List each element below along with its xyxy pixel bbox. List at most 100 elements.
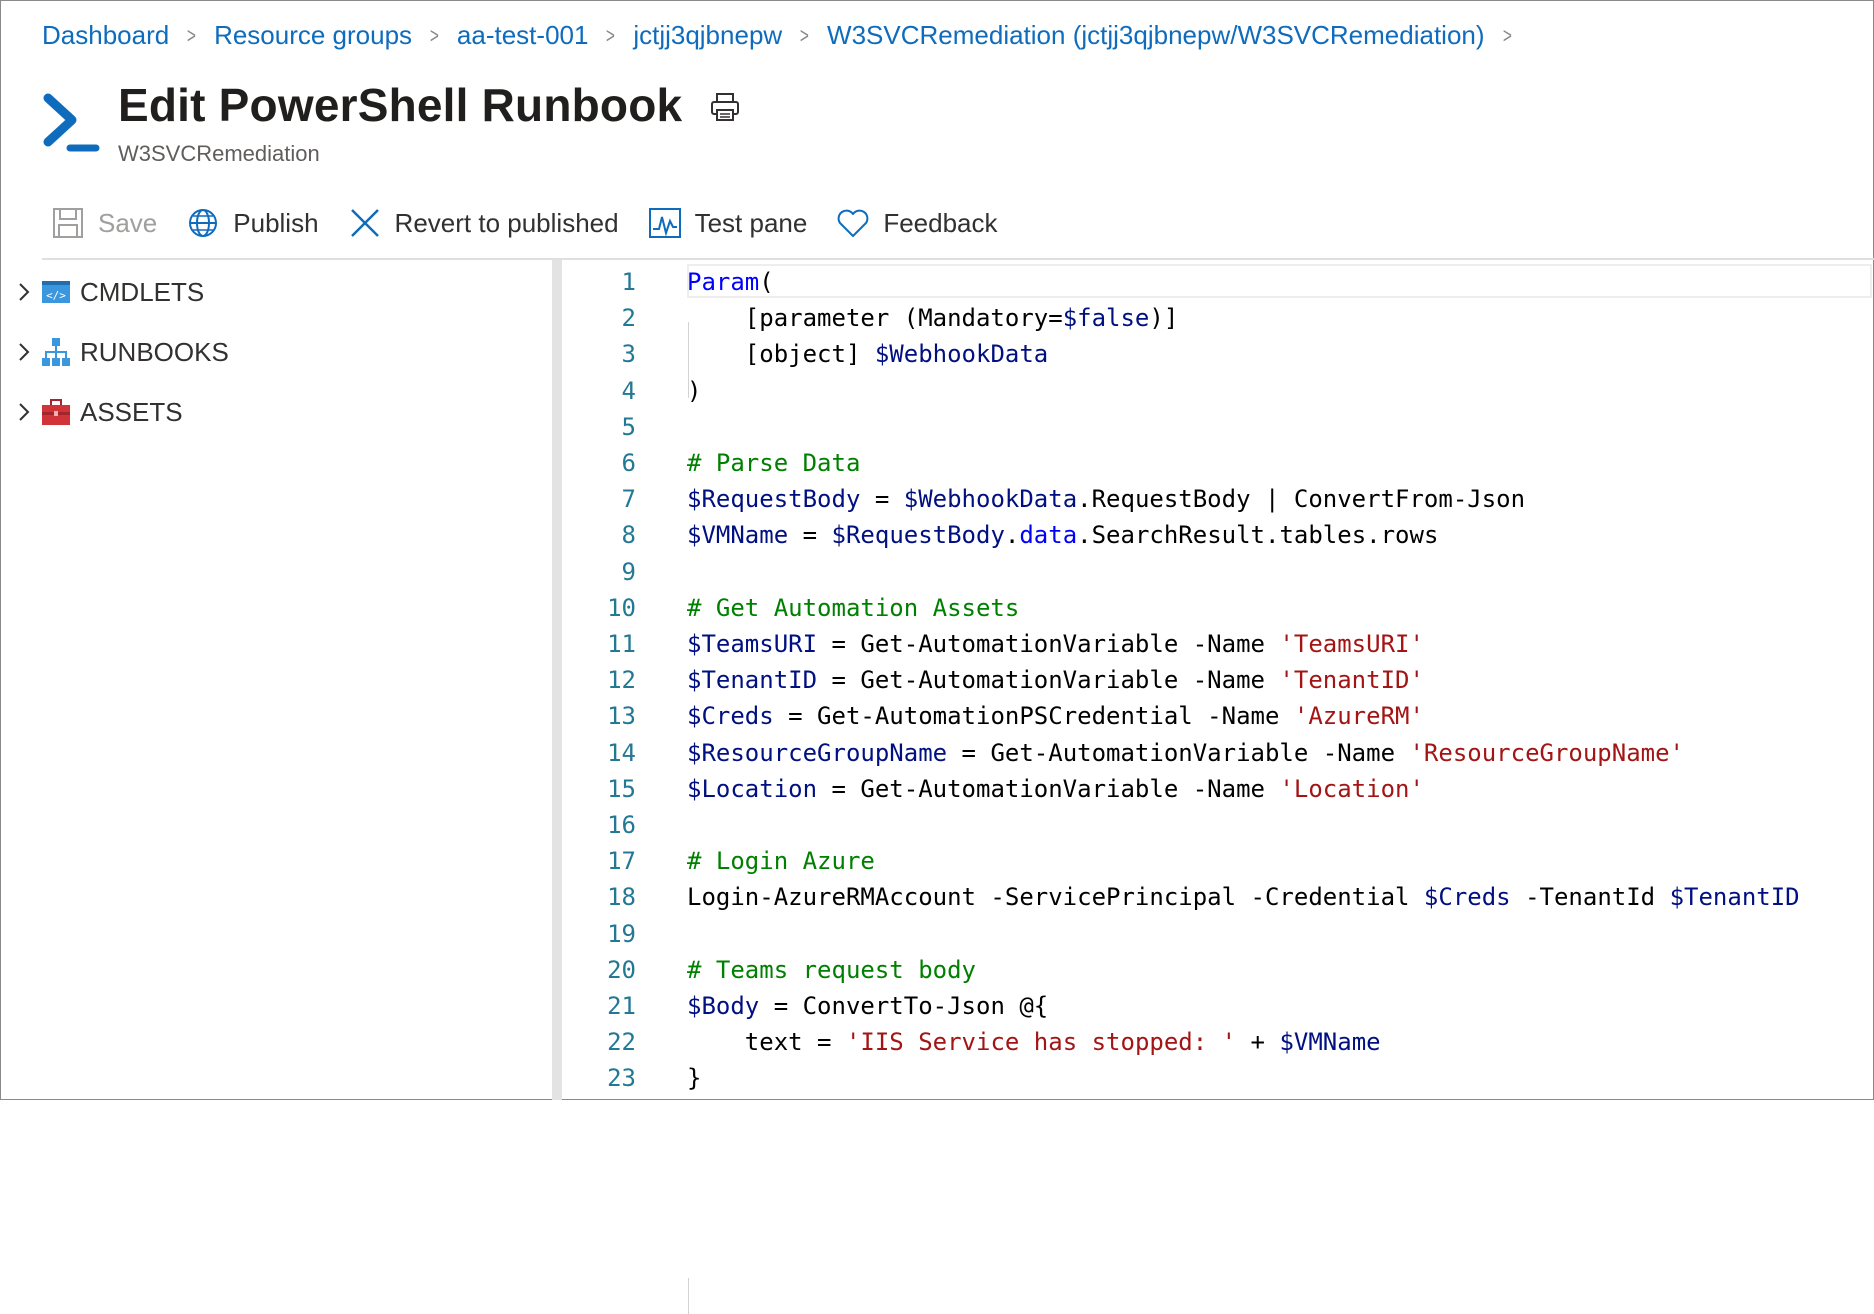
- test-pane-button[interactable]: Test pane: [647, 205, 807, 241]
- code-line: 6 # Parse Data: [562, 445, 1872, 481]
- tree-label: CMDLETS: [80, 276, 205, 307]
- code-token: ): [687, 376, 702, 405]
- code-token: $ResourceGroupName: [687, 738, 948, 767]
- breadcrumb-runbook[interactable]: W3SVCRemediation (jctjj3qjbnepw/W3SVCRem…: [827, 20, 1485, 51]
- toolbar: Save Publish Revert to published Test pa…: [50, 200, 1026, 246]
- chevron-right-icon: [19, 283, 30, 301]
- code-text: $Creds = Get-AutomationPSCredential -Nam…: [687, 702, 1424, 730]
- breadcrumb: Dashboard > Resource groups > aa-test-00…: [42, 20, 1529, 51]
- code-token: # Login Azure: [687, 847, 875, 876]
- code-token: $TenantID: [1669, 883, 1800, 912]
- code-token: $TenantID: [687, 666, 818, 695]
- code-line: 8 $VMName = $RequestBody.data.SearchResul…: [562, 517, 1872, 553]
- line-number: 18: [607, 883, 636, 912]
- code-line: 9: [562, 554, 1872, 590]
- save-label: Save: [98, 207, 158, 238]
- code-token: # Parse Data: [687, 449, 861, 477]
- code-editor[interactable]: 1 Param(2 [parameter (Mandatory=$false)] 3…: [562, 260, 1872, 1314]
- code-token: $Body: [687, 992, 760, 1020]
- tree-item-assets[interactable]: ASSETS: [0, 382, 552, 442]
- globe-icon: [189, 209, 218, 237]
- code-text: $Body = ConvertTo-Json @{: [687, 992, 1048, 1020]
- tree-item-cmdlets[interactable]: </> CMDLETS: [0, 262, 552, 322]
- code-token: = Get-AutomationVariable -Name: [947, 738, 1410, 767]
- breadcrumb-resource-groups[interactable]: Resource groups: [214, 20, 412, 51]
- code-token: +: [1236, 1028, 1280, 1057]
- code-line: 13 $Creds = Get-AutomationPSCredential -N…: [562, 698, 1872, 734]
- feedback-button[interactable]: Feedback: [835, 205, 998, 241]
- code-token: Param: [687, 268, 760, 296]
- code-token: [object]: [687, 340, 875, 369]
- code-text: Login-AzureRMAccount -ServicePrincipal -…: [687, 883, 1800, 911]
- code-text: text = 'IIS Service has stopped: ' + $VM…: [687, 1028, 1381, 1056]
- test-pane-icon: [648, 208, 681, 238]
- code-line: 21 $Body = ConvertTo-Json @{: [562, 988, 1872, 1024]
- pane-splitter[interactable]: [552, 260, 562, 1100]
- library-tree: </> CMDLETS RUNBOOKS ASSETS: [0, 262, 552, 442]
- close-icon: [350, 209, 379, 237]
- line-number: 3: [621, 340, 636, 369]
- breadcrumb-separator: >: [429, 22, 439, 48]
- line-number: 9: [621, 557, 636, 586]
- print-icon[interactable]: [708, 90, 742, 124]
- code-token: $TeamsURI: [687, 630, 818, 658]
- powershell-icon: [43, 93, 100, 152]
- code-text: Param(: [687, 268, 774, 296]
- feedback-label: Feedback: [883, 207, 998, 238]
- breadcrumb-separator: >: [187, 22, 197, 48]
- publish-button[interactable]: Publish: [185, 205, 319, 241]
- code-token: $false: [1062, 304, 1150, 333]
- code-line: 5: [562, 409, 1872, 445]
- tree-label: ASSETS: [80, 396, 183, 427]
- code-line: 17 # Login Azure: [562, 843, 1872, 879]
- code-token: }: [687, 1064, 702, 1093]
- tree-item-runbooks[interactable]: RUNBOOKS: [0, 322, 552, 382]
- code-line: 7 $RequestBody = $WebhookData.RequestBody…: [562, 481, 1872, 517]
- line-number: 17: [607, 847, 636, 876]
- line-number: 5: [621, 412, 636, 441]
- save-button[interactable]: Save: [50, 205, 157, 241]
- code-line: 12 $TenantID = Get-AutomationVariable -Na…: [562, 662, 1872, 698]
- code-line: 11 $TeamsURI = Get-AutomationVariable -Na…: [562, 626, 1872, 662]
- page-title: Edit PowerShell Runbook: [118, 79, 683, 131]
- line-number: 10: [607, 593, 636, 622]
- line-number: 19: [607, 919, 636, 948]
- code-token: text =: [687, 1028, 846, 1057]
- code-text: [object] $WebhookData: [687, 340, 1048, 368]
- breadcrumb-automation-account[interactable]: jctjj3qjbnepw: [633, 20, 782, 51]
- code-token: [parameter (Mandatory=: [687, 304, 1063, 333]
- save-icon: [53, 208, 83, 238]
- line-number: 21: [607, 992, 636, 1020]
- code-text: $TenantID = Get-AutomationVariable -Name…: [687, 666, 1424, 694]
- code-token: # Get Automation Assets: [687, 593, 1020, 622]
- line-number: 4: [621, 376, 636, 405]
- cmdlets-icon: </>: [42, 281, 70, 303]
- code-line: 2 [parameter (Mandatory=$false)]: [562, 300, 1872, 336]
- breadcrumb-separator: >: [800, 22, 810, 48]
- code-token: 'TenantID': [1279, 666, 1424, 695]
- code-token: = Get-AutomationVariable -Name: [817, 666, 1280, 695]
- code-text: # Get Automation Assets: [687, 594, 1019, 622]
- runbooks-icon: [42, 338, 70, 366]
- breadcrumb-resource-group[interactable]: aa-test-001: [457, 20, 589, 51]
- breadcrumb-dashboard[interactable]: Dashboard: [42, 20, 169, 51]
- code-token: 'TeamsURI': [1279, 630, 1424, 658]
- line-number: 6: [621, 449, 636, 477]
- code-text: }: [687, 1064, 701, 1092]
- code-token: .: [1004, 521, 1020, 550]
- code-token: .RequestBody | ConvertFrom-Json: [1077, 485, 1526, 514]
- line-number: 13: [607, 702, 636, 731]
- code-token: )]: [1149, 304, 1179, 333]
- code-token: # Teams request body: [687, 955, 976, 984]
- tree-label: RUNBOOKS: [80, 336, 229, 367]
- revert-button[interactable]: Revert to published: [347, 205, 619, 241]
- code-token: data: [1019, 521, 1078, 550]
- briefcase-icon: [42, 399, 70, 425]
- code-token: =: [788, 521, 832, 550]
- line-number: 15: [607, 774, 636, 803]
- code-text: $ResourceGroupName = Get-AutomationVaria…: [687, 739, 1684, 767]
- code-token: 'Location': [1279, 774, 1424, 803]
- code-token: $RequestBody: [687, 485, 861, 514]
- breadcrumb-separator: >: [606, 22, 616, 48]
- code-line: 18 Login-AzureRMAccount -ServicePrincipal…: [562, 879, 1872, 915]
